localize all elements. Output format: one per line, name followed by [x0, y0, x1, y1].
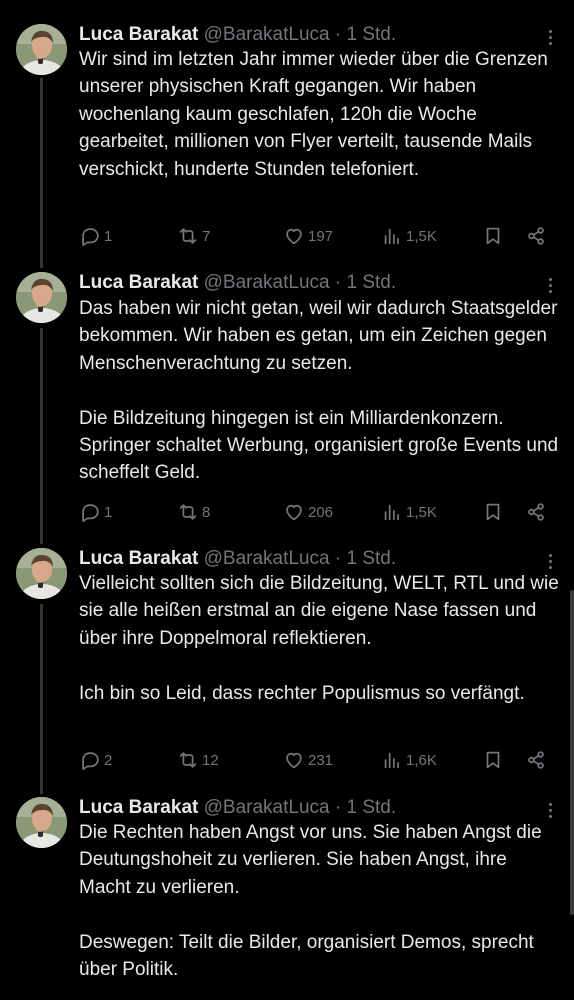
- timestamp[interactable]: 1 Std.: [346, 24, 396, 45]
- timestamp[interactable]: 1 Std.: [346, 797, 396, 818]
- tweet-header: Luca Barakat @BarakatLuca · 1 Std.: [79, 22, 396, 48]
- tweet-header: Luca Barakat @BarakatLuca · 1 Std.: [79, 270, 396, 296]
- repost-icon: [179, 752, 197, 768]
- repost-button[interactable]: 12: [177, 746, 219, 774]
- tweet-text: Vielleicht sollten sich die Bildzeitung,…: [79, 570, 559, 707]
- scrollbar[interactable]: [570, 590, 574, 915]
- heart-icon: [286, 504, 302, 521]
- more-options-icon[interactable]: [540, 274, 560, 296]
- like-count: 231: [308, 751, 334, 769]
- tweet-paragraph: Ich bin so Leid, dass rechter Populismus…: [79, 682, 525, 704]
- tweet-header: Luca Barakat @BarakatLuca · 1 Std.: [79, 795, 396, 821]
- share-button[interactable]: [525, 222, 547, 250]
- reply-icon: [82, 228, 99, 247]
- repost-button[interactable]: 7: [177, 222, 210, 250]
- thread-line: [40, 328, 43, 544]
- repost-count: 7: [202, 227, 211, 245]
- repost-icon: [179, 504, 197, 520]
- avatar[interactable]: [16, 548, 67, 599]
- tweet-paragraph: Vielleicht sollten sich die Bildzeitung,…: [79, 573, 559, 649]
- repost-button[interactable]: 8: [177, 498, 210, 526]
- views-count: 1,6K: [406, 751, 437, 769]
- views-button[interactable]: 1,5K: [381, 222, 437, 250]
- tweet-header: Luca Barakat @BarakatLuca · 1 Std.: [79, 546, 396, 572]
- like-count: 197: [308, 227, 334, 245]
- views-count: 1,5K: [406, 227, 437, 245]
- timestamp[interactable]: 1 Std.: [346, 548, 396, 569]
- share-button[interactable]: [525, 746, 547, 774]
- tweet-actions: 1 8 206 1,5K: [79, 498, 559, 526]
- reply-button[interactable]: 2: [79, 746, 112, 774]
- tweet-paragraph: Deswegen: Teilt die Bilder, organisiert …: [79, 931, 534, 981]
- tweet-paragraph: Die Rechten haben Angst vor uns. Sie hab…: [79, 822, 542, 898]
- like-button[interactable]: 206: [283, 498, 333, 526]
- tweet-text: Die Rechten haben Angst vor uns. Sie hab…: [79, 819, 559, 983]
- views-count: 1,5K: [406, 503, 437, 521]
- more-options-icon[interactable]: [540, 799, 560, 821]
- author-name[interactable]: Luca Barakat: [79, 548, 198, 569]
- like-button[interactable]: 197: [283, 222, 333, 250]
- reply-button[interactable]: 1: [79, 222, 112, 250]
- timestamp[interactable]: 1 Std.: [346, 272, 396, 293]
- like-count: 206: [308, 503, 334, 521]
- tweet-paragraph: Das haben wir nicht getan, weil wir dadu…: [79, 298, 558, 374]
- views-button[interactable]: 1,6K: [381, 746, 437, 774]
- repost-count: 8: [202, 503, 211, 521]
- bookmark-icon: [486, 227, 500, 245]
- bookmark-button[interactable]: [482, 498, 504, 526]
- reply-icon: [82, 504, 99, 523]
- tweet-text: Das haben wir nicht getan, weil wir dadu…: [79, 295, 559, 487]
- reply-button[interactable]: 1: [79, 498, 112, 526]
- bookmark-icon: [486, 751, 500, 769]
- reply-count: 1: [104, 503, 113, 521]
- repost-icon: [179, 228, 197, 244]
- thread-line: [40, 78, 43, 268]
- tweet-actions: 1 7 197 1,5K: [79, 222, 559, 250]
- author-handle[interactable]: @BarakatLuca: [204, 272, 330, 293]
- author-handle[interactable]: @BarakatLuca: [204, 548, 330, 569]
- reply-count: 2: [104, 751, 113, 769]
- heart-icon: [286, 228, 302, 245]
- reply-count: 1: [104, 227, 113, 245]
- bookmark-button[interactable]: [482, 746, 504, 774]
- reply-icon: [82, 752, 99, 771]
- share-icon: [528, 227, 544, 245]
- thread-line: [40, 604, 43, 794]
- share-icon: [528, 751, 544, 769]
- author-handle[interactable]: @BarakatLuca: [204, 24, 330, 45]
- more-options-icon[interactable]: [540, 550, 560, 572]
- tweet-paragraph: Die Bildzeitung hingegen ist ein Milliar…: [79, 407, 559, 484]
- like-button[interactable]: 231: [283, 746, 333, 774]
- views-button[interactable]: 1,5K: [381, 498, 437, 526]
- views-icon: [384, 504, 399, 521]
- repost-count: 12: [202, 751, 219, 769]
- avatar[interactable]: [16, 797, 67, 848]
- separator-dot: ·: [334, 548, 342, 569]
- tweet-actions: 2 12 231 1,6K: [79, 746, 559, 774]
- avatar[interactable]: [16, 24, 67, 75]
- author-name[interactable]: Luca Barakat: [79, 797, 198, 818]
- author-handle[interactable]: @BarakatLuca: [204, 797, 330, 818]
- separator-dot: ·: [334, 797, 342, 818]
- author-name[interactable]: Luca Barakat: [79, 24, 198, 45]
- share-button[interactable]: [525, 498, 547, 526]
- bookmark-button[interactable]: [482, 222, 504, 250]
- bookmark-icon: [486, 503, 500, 521]
- separator-dot: ·: [334, 24, 342, 45]
- share-icon: [528, 503, 544, 521]
- author-name[interactable]: Luca Barakat: [79, 272, 198, 293]
- more-options-icon[interactable]: [540, 26, 560, 48]
- avatar[interactable]: [16, 272, 67, 323]
- views-icon: [384, 228, 399, 245]
- separator-dot: ·: [334, 272, 342, 293]
- tweet-paragraph: Wir sind im letzten Jahr immer wieder üb…: [79, 49, 548, 180]
- tweet-text: Wir sind im letzten Jahr immer wieder üb…: [79, 46, 559, 183]
- heart-icon: [286, 752, 302, 769]
- views-icon: [384, 752, 399, 769]
